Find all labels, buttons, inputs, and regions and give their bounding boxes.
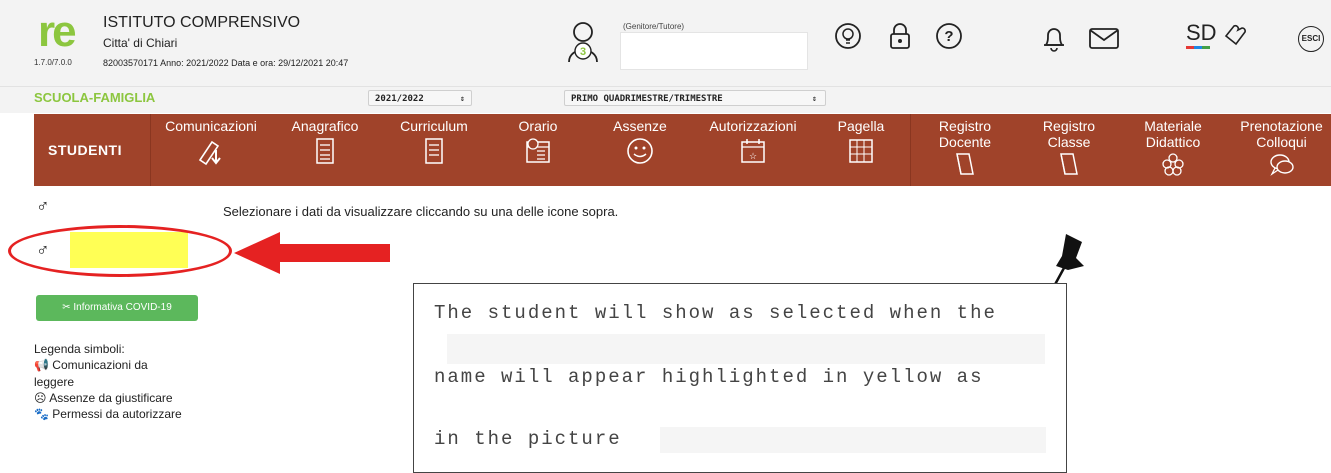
legend-comunicazioni-label: Comunicazioni da xyxy=(52,358,148,372)
logout-button[interactable]: ESCI xyxy=(1298,26,1324,52)
megaphone-icon: 📢 xyxy=(34,358,49,372)
legend-permessi-label: Permessi da autorizzare xyxy=(52,407,182,421)
period-select[interactable]: PRIMO QUADRIMESTRE/TRIMESTRE ⇕ xyxy=(564,90,826,106)
nav-materiale-didattico-label-1: Materiale xyxy=(1144,118,1202,134)
nav-materiale-didattico-label-2: Didattico xyxy=(1145,134,1201,150)
note-fill xyxy=(447,334,1045,364)
nav-orario-label: Orario xyxy=(518,118,558,134)
annotation-arrow-icon xyxy=(234,232,390,274)
nav-prenotazione-colloqui-label-2: Colloqui xyxy=(1256,134,1307,150)
smiley-icon xyxy=(627,138,653,164)
calendar-clock-icon xyxy=(526,138,550,163)
school-meta: 82003570171 Anno: 2021/2022 Data e ora: … xyxy=(103,58,349,68)
nav-registro-classe-label-1: Registro xyxy=(1042,118,1096,134)
nav-orario[interactable]: Orario xyxy=(504,118,572,169)
mail-icon[interactable] xyxy=(1088,24,1120,52)
select-arrow-icon: ⇕ xyxy=(460,94,465,103)
nav-separator xyxy=(910,114,911,186)
period-select-value: PRIMO QUADRIMESTRE/TRIMESTRE xyxy=(571,94,723,104)
note-line-1: The student will show as selected when t… xyxy=(434,302,997,324)
nav-autorizzazioni[interactable]: Autorizzazioni ☆ xyxy=(694,118,812,169)
nav-prenotazione-colloqui-label-1: Prenotazione xyxy=(1240,118,1323,134)
user-role: (Genitore/Tutore) xyxy=(623,22,685,31)
paw-icon: 🐾 xyxy=(34,407,49,421)
covid-icon: ✂ xyxy=(62,302,71,313)
year-select-value: 2021/2022 xyxy=(375,94,424,104)
legend-assenze-label: Assenze da giustificare xyxy=(49,391,173,405)
select-arrow-icon: ⇕ xyxy=(812,94,817,103)
legend-comunicazioni-2: leggere xyxy=(34,375,75,389)
chat-icon xyxy=(1269,154,1294,176)
nav-registro-docente-label-2: Docente xyxy=(938,134,992,150)
id-card-icon xyxy=(316,138,334,164)
school-name: ISTITUTO COMPRENSIVO xyxy=(103,14,301,31)
nav-registro-docente-label-1: Registro xyxy=(938,118,992,134)
school-city: Citta' di Chiari xyxy=(103,36,178,50)
instruction-text: Selezionare i dati da visualizzare clicc… xyxy=(223,204,619,219)
nav-pagella-label: Pagella xyxy=(837,118,885,134)
covid-info-button[interactable]: ✂ Informativa COVID-19 xyxy=(36,295,198,321)
nav-prenotazione-colloqui[interactable]: Prenotazione Colloqui xyxy=(1232,118,1331,181)
section-title: SCUOLA-FAMIGLIA xyxy=(34,90,156,105)
lock-icon[interactable] xyxy=(886,22,914,50)
sd-logo[interactable]: SD xyxy=(1186,20,1217,46)
year-select[interactable]: 2021/2022 ⇕ xyxy=(368,90,472,106)
help-icon[interactable]: ? xyxy=(935,22,963,50)
book-icon xyxy=(956,153,974,175)
user-name-box xyxy=(620,32,808,70)
book-icon xyxy=(1060,153,1078,175)
user-badge: 3 xyxy=(580,46,586,58)
document-icon xyxy=(425,138,443,164)
sd-underline xyxy=(1186,46,1210,49)
nav-curriculum-label: Curriculum xyxy=(400,118,468,134)
flower-icon xyxy=(1162,153,1184,176)
report-card-icon xyxy=(849,139,873,163)
bell-icon[interactable] xyxy=(1040,24,1068,52)
calendar-star-icon: ☆ xyxy=(741,139,765,163)
nav-curriculum[interactable]: Curriculum xyxy=(386,118,482,169)
nav-anagrafico-label: Anagrafico xyxy=(291,118,359,134)
note-line-2: name will appear highlighted in yellow a… xyxy=(434,366,984,388)
nav-registro-classe-label-2: Classe xyxy=(1047,134,1091,150)
legend-permessi: 🐾 Permessi da autorizzare xyxy=(34,407,182,421)
frown-icon: ☹ xyxy=(34,391,47,405)
student-gender-icon[interactable]: ♂ xyxy=(36,196,50,217)
annotation-ellipse xyxy=(8,225,232,277)
covid-button-label: Informativa COVID-19 xyxy=(73,302,172,313)
legend-title: Legenda simboli: xyxy=(34,342,125,356)
nav-pagella[interactable]: Pagella xyxy=(828,118,894,169)
nav-registro-docente[interactable]: Registro Docente xyxy=(922,118,1008,181)
nav-materiale-didattico[interactable]: Materiale Didattico xyxy=(1126,118,1220,181)
note-line-3: in the picture xyxy=(434,428,622,450)
nav-separator xyxy=(150,114,151,186)
nav-registro-classe[interactable]: Registro Classe xyxy=(1026,118,1112,181)
puzzle-hand-icon[interactable] xyxy=(1222,20,1250,48)
nav-comunicazioni[interactable]: Comunicazioni xyxy=(152,118,270,169)
legend-comunicazioni: 📢 Comunicazioni da xyxy=(34,358,148,372)
user-avatar-icon[interactable]: 3 xyxy=(566,18,600,64)
app-version: 1.7.0/7.0.0 xyxy=(34,58,72,67)
nav-assenze-label: Assenze xyxy=(613,118,667,134)
nav-comunicazioni-label: Comunicazioni xyxy=(165,118,257,134)
lightbulb-icon[interactable] xyxy=(834,22,862,50)
nav-assenze[interactable]: Assenze xyxy=(602,118,678,169)
nav-studenti[interactable]: STUDENTI xyxy=(48,142,122,158)
svg-text:☆: ☆ xyxy=(749,151,757,161)
megaphone-icon xyxy=(198,140,221,166)
nav-anagrafico[interactable]: Anagrafico xyxy=(280,118,370,169)
note-fill xyxy=(660,427,1046,453)
svg-text:?: ? xyxy=(944,28,953,45)
nav-autorizzazioni-label: Autorizzazioni xyxy=(709,118,797,134)
app-logo: re xyxy=(38,7,77,56)
legend-assenze: ☹ Assenze da giustificare xyxy=(34,391,173,405)
